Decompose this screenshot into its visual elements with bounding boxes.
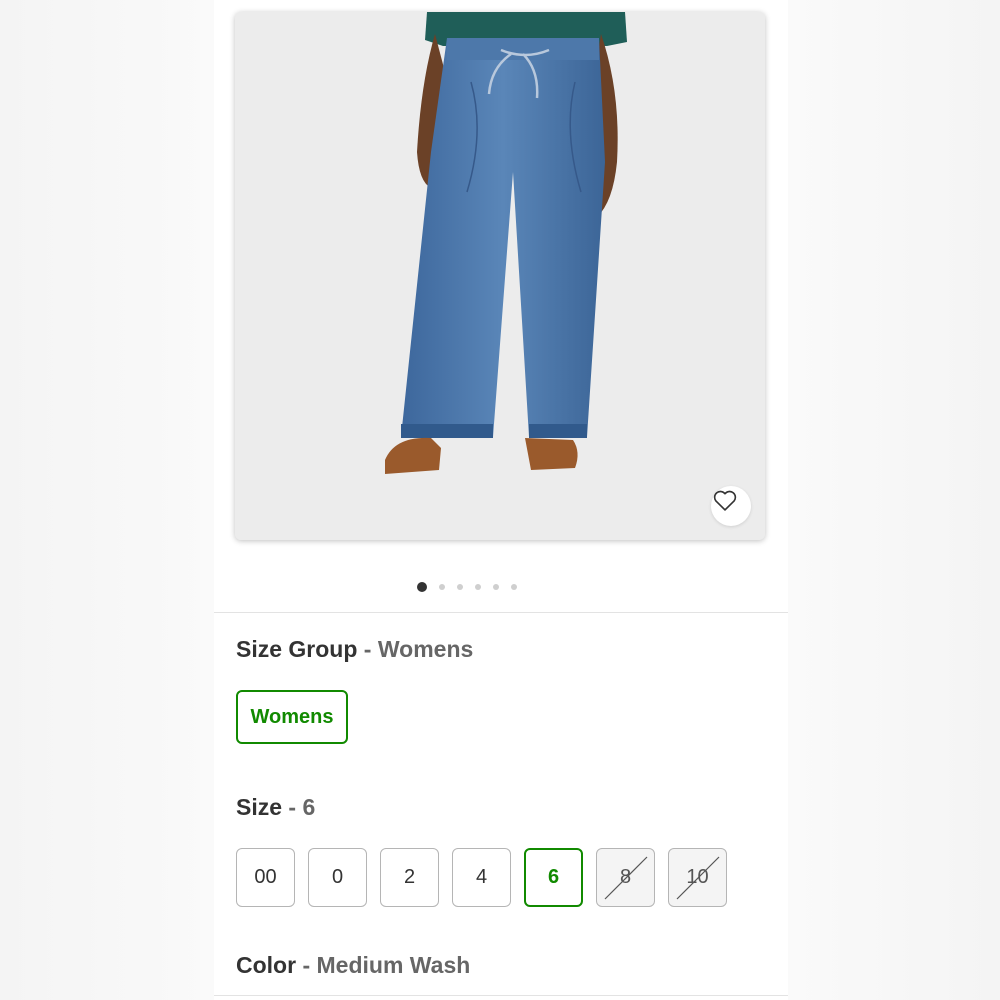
size-group-selected-value: Womens xyxy=(377,636,474,662)
product-panel: Size Group - Womens Womens Size - 6 00 0 2… xyxy=(214,0,788,1000)
size-option-label: 6 xyxy=(547,866,560,888)
carousel-dot[interactable] xyxy=(417,582,427,592)
jeans-illustration xyxy=(235,12,765,540)
unavailable-slash-icon xyxy=(676,856,720,900)
carousel-dot[interactable] xyxy=(475,584,481,590)
size-option[interactable]: 0 xyxy=(308,848,367,907)
carousel-dots[interactable] xyxy=(180,582,754,592)
size-option[interactable]: 6 xyxy=(524,848,583,907)
color-separator: - xyxy=(296,952,317,978)
color-label: Color xyxy=(236,952,297,978)
size-group-heading: Size Group - Womens xyxy=(236,636,473,663)
carousel-dot[interactable] xyxy=(493,584,499,590)
backdrop-right xyxy=(786,0,1000,1000)
carousel-dot[interactable] xyxy=(511,584,517,590)
size-option[interactable]: 4 xyxy=(452,848,511,907)
size-option[interactable]: 2 xyxy=(380,848,439,907)
size-option-label: 4 xyxy=(475,866,488,888)
unavailable-slash-icon xyxy=(604,856,648,900)
heart-outline-icon xyxy=(713,490,737,511)
favorite-button[interactable] xyxy=(711,486,751,526)
size-option-label: 00 xyxy=(254,866,277,888)
size-option[interactable]: 10 xyxy=(668,848,727,907)
size-group-separator: - xyxy=(357,636,378,662)
size-selected-value: 6 xyxy=(302,794,316,820)
backdrop-left xyxy=(0,0,214,1000)
size-group-option-womens[interactable]: Womens xyxy=(236,690,348,744)
size-heading: Size - 6 xyxy=(236,794,315,821)
size-option[interactable]: 8 xyxy=(596,848,655,907)
size-label: Size xyxy=(236,794,283,820)
size-options: 00 0 2 4 6 8 10 xyxy=(236,848,727,907)
color-selected-value: Medium Wash xyxy=(316,952,471,978)
divider xyxy=(214,612,788,613)
divider xyxy=(214,995,788,996)
carousel-dot[interactable] xyxy=(457,584,463,590)
carousel-dot[interactable] xyxy=(439,584,445,590)
size-option-label: 2 xyxy=(403,866,416,888)
color-heading: Color - Medium Wash xyxy=(236,952,470,979)
size-option-label: 0 xyxy=(331,866,344,888)
size-separator: - xyxy=(282,794,303,820)
size-option[interactable]: 00 xyxy=(236,848,295,907)
size-group-label: Size Group xyxy=(236,636,358,662)
product-image[interactable] xyxy=(235,12,765,540)
